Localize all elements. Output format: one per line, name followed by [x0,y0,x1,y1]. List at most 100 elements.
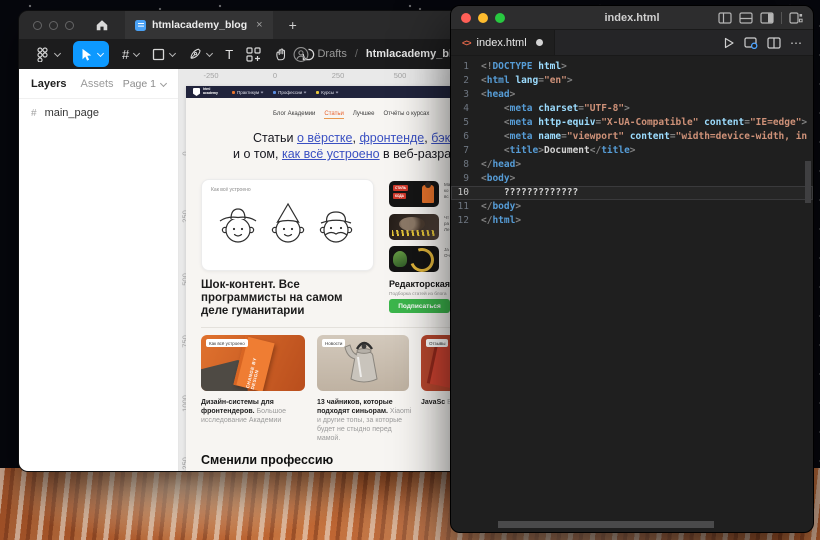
tab-assets[interactable]: Assets [80,78,113,90]
mock-hero-line2: и о том, как всё устроено в веб-разра [233,147,451,161]
avatar-icon[interactable] [292,46,309,63]
move-tool-button[interactable] [73,41,109,67]
mock-hero-link: фронтенде [359,131,424,145]
mock-hero-link: как всё устроено [282,147,380,161]
ruler-h-label: 250 [332,71,345,80]
figma-file-icon [135,20,146,31]
mock-logo-icon [193,88,200,96]
mock-side-card-style-code: СТИЛЬ КОДА [389,181,439,207]
ruler-h-label: 500 [394,71,407,80]
mock-badge: Как всё устроено [206,339,248,347]
mock-article-text-2: 13 чайников, которые подходят синьорам. … [317,398,412,443]
code-area[interactable]: 1<!DOCTYPE html>2<html lang="en">3<head>… [451,56,813,228]
mock-hero-link: о вёрстке [297,131,353,145]
code-text: <meta charset="UTF-8"> [481,102,630,116]
mock-blog-nav-item: Статьи [324,111,343,119]
panel-right-icon[interactable] [760,12,774,24]
mock-side-card-raccoon [389,214,439,240]
code-text: <!DOCTYPE html> [481,60,567,74]
panel-left-icon[interactable] [718,12,732,24]
code-line-9[interactable]: 9<body> [451,172,813,186]
more-actions-button[interactable]: ⋯ [790,36,803,50]
figma-traffic-close[interactable] [33,21,42,30]
new-tab-button[interactable]: + [289,17,297,33]
line-number: 8 [451,158,481,172]
hand-tool-button[interactable] [274,41,288,67]
code-editor-window: index.html <> index.html ⋯ 1<!DOCTYPE ht… [450,5,814,533]
code-line-8[interactable]: 8</head> [451,158,813,172]
page-selector[interactable]: Page 1 [123,78,166,90]
mock-chip-koda: КОДА [393,193,406,199]
frame-tool-button[interactable]: # [122,41,139,67]
code-line-10[interactable]: 10 ????????????? [451,186,813,200]
vertical-scrollbar[interactable] [805,161,811,203]
mock-nav-item: Профессии [273,90,306,95]
html-file-icon: <> [462,38,471,48]
resources-button[interactable] [246,41,261,67]
code-text: <meta name="viewport" content="width=dev… [481,130,807,144]
code-line-11[interactable]: 11</body> [451,200,813,214]
editor-titlebar: index.html [451,6,813,30]
mock-nav-item: Курсы [316,90,338,95]
code-line-4[interactable]: 4 <meta charset="UTF-8"> [451,102,813,116]
mock-site-nav: ПрактикумПрофессииКурсы [232,90,338,95]
mock-article-image-design: CHANGE BY DESIGN Как всё устроено [201,335,305,391]
tab-layers[interactable]: Layers [31,78,66,90]
code-line-2[interactable]: 2<html lang="en"> [451,74,813,88]
code-line-6[interactable]: 6 <meta name="viewport" content="width=d… [451,130,813,144]
text-tool-button[interactable]: T [225,41,233,67]
breadcrumb-folder[interactable]: Drafts [317,48,346,60]
shape-tool-button[interactable] [152,41,175,67]
layer-name: main_page [45,107,99,119]
main-menu-button[interactable] [35,41,60,67]
line-number: 6 [451,130,481,144]
mock-feature-tag: Как всё устроено [211,187,251,193]
editor-window-title: index.html [604,12,659,24]
open-preview-button[interactable] [744,37,758,49]
hand-icon [274,47,288,62]
traffic-zoom[interactable] [495,13,505,23]
code-line-1[interactable]: 1<!DOCTYPE html> [451,60,813,74]
customize-layout-icon[interactable] [789,12,803,24]
editor-tab-index-html[interactable]: <> index.html [451,30,555,55]
pen-icon [188,47,202,61]
traffic-minimize[interactable] [478,13,488,23]
mock-subscribe-button: Подписаться [389,299,450,313]
figma-traffic-zoom[interactable] [65,21,74,30]
move-cursor-icon [79,47,93,62]
code-line-12[interactable]: 12</html> [451,214,813,228]
mock-hero-line1: Статьи о вёрстке, фронтенде, бэке [253,131,457,145]
figma-file-tab[interactable]: htmlacademy_blog × [125,11,273,39]
line-number: 7 [451,144,481,158]
rectangle-icon [152,48,165,61]
chevron-down-icon [169,49,176,56]
mock-logo-text: htmlacademy [203,88,218,95]
layer-item-main-page[interactable]: # main_page [19,99,178,127]
line-number: 10 [451,186,481,200]
traffic-close[interactable] [461,13,471,23]
mock-badge: Отзывы [426,339,448,347]
page-selector-label: Page 1 [123,78,156,90]
home-icon[interactable] [95,18,109,32]
doodle-faces-illustration [213,198,363,250]
mock-side-card-parrot [389,246,439,272]
mock-editorial-title: Редакторская [389,279,450,289]
code-line-7[interactable]: 7 <title>Document</title> [451,144,813,158]
code-line-3[interactable]: 3<head> [451,88,813,102]
run-button[interactable] [723,37,735,49]
line-number: 1 [451,60,481,74]
figma-traffic-minimize[interactable] [49,21,58,30]
tab-close-icon[interactable]: × [256,20,262,31]
line-number: 11 [451,200,481,214]
code-line-5[interactable]: 5 <meta http-equiv="X-UA-Compatible" con… [451,116,813,130]
frame-tool-icon: # [122,47,129,62]
unsaved-dot-icon[interactable] [536,39,543,46]
horizontal-scrollbar[interactable] [498,521,714,528]
split-editor-button[interactable] [767,37,781,49]
code-text: </html> [481,214,521,228]
panel-bottom-icon[interactable] [739,12,753,24]
mock-feature-card: Как всё устроено [201,179,374,271]
code-text: <meta http-equiv="X-UA-Compatible" conte… [481,116,807,130]
line-number: 9 [451,172,481,186]
pen-tool-button[interactable] [188,41,212,67]
